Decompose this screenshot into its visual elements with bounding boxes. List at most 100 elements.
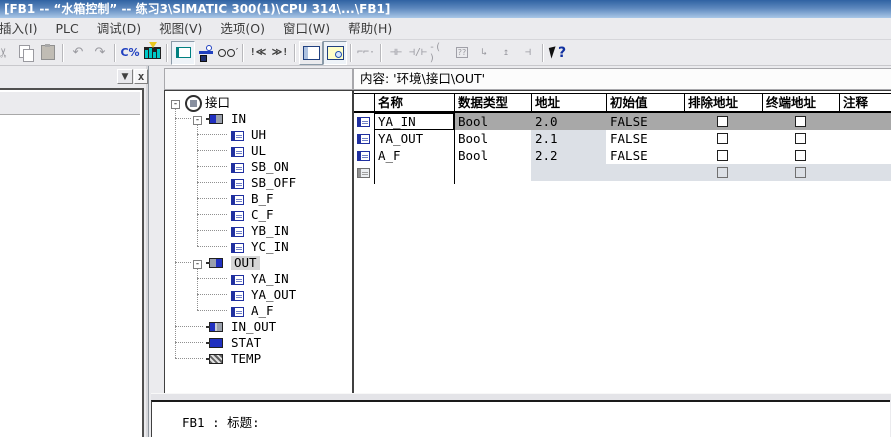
tree-node-temp[interactable]: TEMP	[231, 352, 261, 366]
new-network-icon[interactable]: ⌐⌐·	[355, 42, 377, 64]
stat-section-icon	[209, 338, 223, 348]
row-icon[interactable]	[357, 151, 370, 161]
coil-icon[interactable]: -( )	[429, 42, 451, 64]
tree-node-out[interactable]: OUT	[231, 256, 260, 270]
toolbar-separator	[242, 44, 244, 62]
tree-guide	[197, 294, 227, 295]
cut-icon[interactable]: ✂	[0, 42, 15, 64]
exclude-address-checkbox[interactable]	[717, 133, 728, 144]
terminal-address-checkbox[interactable]	[795, 133, 806, 144]
cell-name[interactable]: A_F	[378, 147, 401, 164]
symbol-information-icon[interactable]	[195, 42, 217, 64]
collapse-box-in[interactable]: -	[193, 116, 202, 125]
menu-window[interactable]: 窗口(W)	[274, 18, 339, 39]
collapse-box-interface[interactable]: -	[171, 100, 180, 109]
empty-box-icon[interactable]: ??	[451, 42, 473, 64]
help-pointer-icon[interactable]: ?	[547, 42, 569, 64]
tree-node-a-f[interactable]: A_F	[251, 304, 274, 318]
contact-nc-icon[interactable]: ⊣/⊢	[407, 42, 429, 64]
cell-address[interactable]: 2.0	[535, 113, 558, 130]
menu-insert[interactable]: 插入(I)	[0, 18, 46, 39]
cell-datatype[interactable]: Bool	[458, 130, 488, 147]
paste-icon[interactable]	[37, 42, 59, 64]
monitor-glasses-icon[interactable]: ′	[217, 42, 239, 64]
column-header-initial[interactable]: 初始值	[610, 94, 648, 111]
declaration-table: 名称 数据类型 地址 初始值 排除地址 终端地址 注释 YA_IN Bool 2…	[353, 90, 891, 393]
tree-node-yb-in[interactable]: YB_IN	[251, 224, 289, 238]
terminal-address-checkbox[interactable]	[795, 167, 806, 178]
variable-icon	[231, 307, 244, 317]
variable-icon	[231, 291, 244, 301]
tree-node-ya-out[interactable]: YA_OUT	[251, 288, 296, 302]
table-border	[684, 93, 685, 111]
column-header-comment[interactable]: 注释	[843, 94, 868, 111]
menu-view[interactable]: 视图(V)	[150, 18, 211, 39]
menu-bar: 插入(I) PLC 调试(D) 视图(V) 选项(O) 窗口(W) 帮助(H)	[0, 18, 891, 40]
column-header-datatype[interactable]: 数据类型	[458, 94, 508, 111]
tree-guide	[197, 230, 227, 231]
cell-initial[interactable]: FALSE	[610, 147, 648, 164]
cell-datatype[interactable]: Bool	[458, 147, 488, 164]
download-icon[interactable]	[141, 42, 163, 64]
tree-node-sb-off[interactable]: SB_OFF	[251, 176, 296, 190]
column-header-exclude[interactable]: 排除地址	[688, 94, 738, 111]
column-header-address[interactable]: 地址	[535, 94, 560, 111]
terminal-address-checkbox[interactable]	[795, 116, 806, 127]
tree-node-c-f[interactable]: C_F	[251, 208, 274, 222]
next-error-icon[interactable]: ≫!	[269, 42, 291, 64]
background-window-header	[0, 92, 140, 115]
contact-no-icon[interactable]: ⊣⊢	[385, 42, 407, 64]
tree-node-sb-on[interactable]: SB_ON	[251, 160, 289, 174]
rung-end-icon[interactable]: ⊣	[517, 42, 539, 64]
tree-node-interface[interactable]: 接口	[205, 96, 230, 110]
tree-node-yc-in[interactable]: YC_IN	[251, 240, 289, 254]
table-border	[606, 93, 607, 111]
menu-options[interactable]: 选项(O)	[211, 18, 274, 39]
tree-pane-header	[164, 68, 353, 90]
tree-node-in[interactable]: IN	[231, 112, 246, 126]
open-branch-icon[interactable]: ↳	[473, 42, 495, 64]
tree-node-in-out[interactable]: IN_OUT	[231, 320, 276, 334]
terminal-address-checkbox[interactable]	[795, 150, 806, 161]
toolbar-separator	[62, 44, 64, 62]
plc-connection-icon[interactable]: C%	[119, 42, 141, 64]
variable-icon	[231, 179, 244, 189]
code-pane: FB1 : 标题:	[151, 400, 890, 437]
program-elements-icon[interactable]	[171, 41, 195, 65]
collapse-box-out[interactable]: -	[193, 260, 202, 269]
row-icon[interactable]	[357, 117, 370, 127]
exclude-address-checkbox[interactable]	[717, 150, 728, 161]
tree-node-ya-in[interactable]: YA_IN	[251, 272, 289, 286]
overview-pane-icon[interactable]	[299, 41, 323, 65]
column-header-terminal[interactable]: 终端地址	[766, 94, 816, 111]
cell-address[interactable]: 2.1	[535, 130, 558, 147]
undo-icon[interactable]: ↶	[67, 42, 89, 64]
menu-help[interactable]: 帮助(H)	[339, 18, 401, 39]
tree-node-stat[interactable]: STAT	[231, 336, 261, 350]
cell-initial[interactable]: FALSE	[610, 130, 648, 147]
column-header-name[interactable]: 名称	[378, 94, 403, 111]
redo-icon[interactable]: ↷	[89, 42, 111, 64]
previous-error-icon[interactable]: !≪	[247, 42, 269, 64]
menu-debug[interactable]: 调试(D)	[88, 18, 150, 39]
name-edit-cell[interactable]: YA_IN	[374, 113, 454, 130]
cell-initial[interactable]: FALSE	[610, 113, 648, 130]
cell-datatype[interactable]: Bool	[458, 113, 488, 130]
menu-plc[interactable]: PLC	[46, 18, 87, 39]
detail-view-icon[interactable]	[323, 41, 347, 65]
close-icon[interactable]: x	[134, 69, 148, 84]
close-branch-icon[interactable]: ↥	[495, 42, 517, 64]
row-icon[interactable]	[357, 134, 370, 144]
exclude-address-checkbox[interactable]	[717, 167, 728, 178]
tree-node-uh[interactable]: UH	[251, 128, 266, 142]
cell-name[interactable]: YA_OUT	[378, 130, 423, 147]
dropdown-button[interactable]: ▼	[117, 69, 133, 84]
content-header-label: 内容: '环境\接口\OUT'	[360, 71, 485, 86]
tree-node-b-f[interactable]: B_F	[251, 192, 274, 206]
tree-node-ul[interactable]: UL	[251, 144, 266, 158]
new-row-icon[interactable]	[357, 168, 370, 178]
copy-icon[interactable]	[15, 42, 37, 64]
tree-guide	[175, 118, 191, 119]
cell-address[interactable]: 2.2	[535, 147, 558, 164]
exclude-address-checkbox[interactable]	[717, 116, 728, 127]
